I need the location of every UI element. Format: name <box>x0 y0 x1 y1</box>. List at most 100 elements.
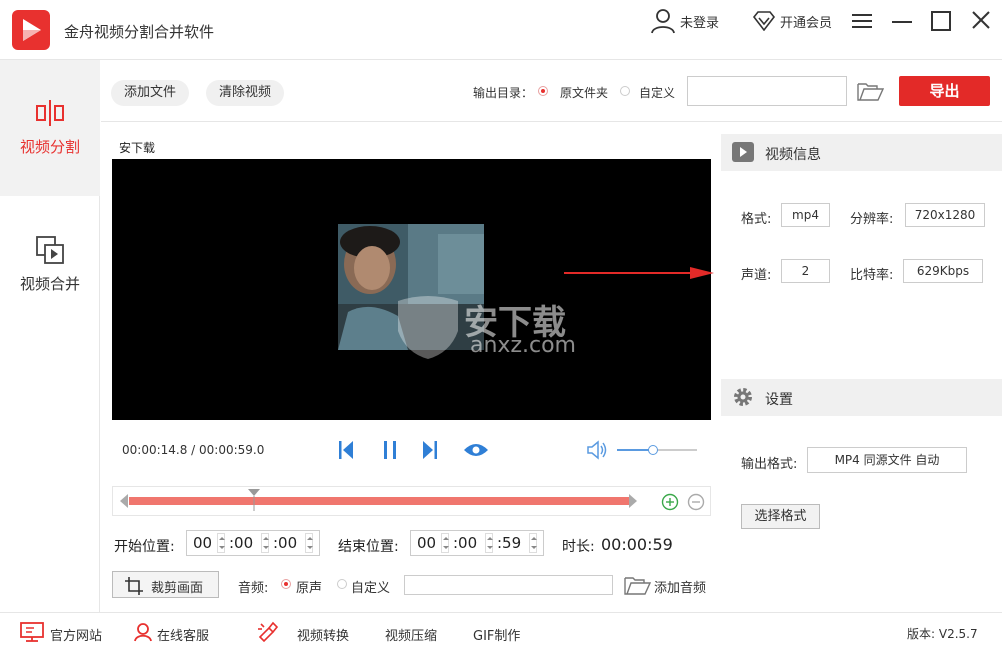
video-info-icon <box>732 142 754 162</box>
option-source-label: 原文件夹 <box>560 86 609 100</box>
version-label: 版本: V2.5.7 <box>907 627 978 641</box>
official-website-link[interactable]: 官方网站 <box>50 625 102 644</box>
prev-frame-icon[interactable] <box>338 440 354 460</box>
preview-eye-icon[interactable] <box>463 442 489 458</box>
menu-icon[interactable] <box>852 13 872 29</box>
close-icon[interactable] <box>972 11 990 29</box>
output-dir-label: 输出目录： <box>473 86 534 100</box>
end-seconds[interactable]: :59 <box>497 534 521 552</box>
end-minutes-spinner[interactable] <box>485 533 493 553</box>
settings-title: 设置 <box>765 392 793 408</box>
audio-original-label: 原声 <box>296 581 323 596</box>
footer: 官方网站 在线客服 视频转换 视频压缩 GIF制作 版本: V2.5.7 <box>0 612 1002 652</box>
radio-custom-folder[interactable] <box>620 86 630 96</box>
convert-icon[interactable] <box>257 620 279 642</box>
video-compress-link[interactable]: 视频压缩 <box>385 625 437 644</box>
video-preview[interactable]: 安下载 anxz.com <box>112 159 714 420</box>
end-hours[interactable]: 00 <box>417 534 436 552</box>
choose-format-button[interactable]: 选择格式 <box>741 504 820 529</box>
timeline[interactable] <box>112 486 711 516</box>
maximize-icon[interactable] <box>931 11 951 31</box>
watermark-shield-icon <box>398 296 458 359</box>
start-hours-spinner[interactable] <box>217 533 225 553</box>
radio-source-folder[interactable] <box>538 86 548 96</box>
channel-value: 2 <box>781 259 830 283</box>
start-time-input[interactable]: 00 :00 :00 <box>186 530 320 556</box>
zoom-out-icon[interactable] <box>687 493 705 511</box>
crop-button-label: 裁剪画面 <box>151 581 204 596</box>
title-bar: 金舟视频分割合并软件 未登录 开通会员 <box>0 0 1002 60</box>
sidebar-item-split[interactable]: 视频分割 <box>0 60 100 196</box>
clear-video-button[interactable]: 清除视频 <box>206 80 285 106</box>
duration-label: 时长: <box>562 539 595 555</box>
end-time-input[interactable]: 00 :00 :59 <box>410 530 544 556</box>
playhead-icon[interactable] <box>248 489 260 513</box>
vip-link[interactable]: 开通会员 <box>780 10 832 32</box>
add-file-button[interactable]: 添加文件 <box>111 80 190 106</box>
start-minutes-spinner[interactable] <box>261 533 269 553</box>
app-title: 金舟视频分割合并软件 <box>64 23 215 41</box>
audio-folder-icon[interactable] <box>624 575 651 595</box>
gear-icon <box>734 388 752 406</box>
audio-label: 音频: <box>238 581 269 596</box>
output-path-input[interactable] <box>687 76 847 106</box>
start-position-label: 开始位置: <box>114 539 175 555</box>
resolution-value: 720x1280 <box>905 203 985 227</box>
export-button[interactable]: 导出 <box>899 76 990 106</box>
toolbar: 添加文件 清除视频 输出目录： 原文件夹 自定义 导出 <box>101 60 1002 122</box>
time-readout: 00:00:14.8 / 00:00:59.0 <box>122 443 264 457</box>
pause-icon[interactable] <box>382 440 398 460</box>
watermark-url: anxz.com <box>470 333 576 358</box>
radio-audio-original[interactable] <box>281 579 291 589</box>
sidebar: 视频分割 视频合并 <box>0 60 100 612</box>
app-logo-icon <box>12 10 50 50</box>
volume-knob[interactable] <box>648 445 658 455</box>
output-format-field[interactable]: MP4 同源文件 自动 <box>807 447 967 473</box>
output-format-label: 输出格式: <box>741 457 798 472</box>
user-icon[interactable] <box>650 8 676 34</box>
add-audio-button[interactable]: 添加音频 <box>654 577 706 596</box>
arrow-annotation-icon <box>564 267 714 279</box>
end-marker-icon[interactable] <box>629 494 637 508</box>
audio-custom-label: 自定义 <box>351 581 391 596</box>
bitrate-value: 629Kbps <box>903 259 983 283</box>
start-seconds-spinner[interactable] <box>305 533 313 553</box>
split-icon <box>36 100 64 126</box>
end-hours-spinner[interactable] <box>441 533 449 553</box>
resolution-label: 分辨率: <box>850 212 894 227</box>
gif-maker-link[interactable]: GIF制作 <box>473 625 520 644</box>
start-minutes[interactable]: :00 <box>229 534 253 552</box>
online-support-link[interactable]: 在线客服 <box>157 625 209 644</box>
time-current: 00:00:14.8 <box>122 443 188 457</box>
video-convert-link[interactable]: 视频转换 <box>297 625 349 644</box>
merge-icon <box>36 236 64 264</box>
folder-icon[interactable] <box>857 81 884 101</box>
radio-audio-custom[interactable] <box>337 579 347 589</box>
sidebar-item-merge[interactable]: 视频合并 <box>0 197 100 333</box>
start-marker-icon[interactable] <box>120 494 128 508</box>
video-info-header: 视频信息 <box>721 134 1002 171</box>
audio-path-input[interactable] <box>404 575 613 595</box>
zoom-in-icon[interactable] <box>661 493 679 511</box>
crop-button[interactable]: 裁剪画面 <box>112 571 219 598</box>
format-value: mp4 <box>781 203 830 227</box>
option-custom-label: 自定义 <box>639 86 676 100</box>
end-seconds-spinner[interactable] <box>529 533 537 553</box>
minimize-icon[interactable] <box>892 12 912 30</box>
start-seconds[interactable]: :00 <box>273 534 297 552</box>
crop-icon <box>125 577 143 595</box>
support-agent-icon[interactable] <box>133 622 153 642</box>
diamond-icon[interactable] <box>752 11 776 31</box>
website-monitor-icon[interactable] <box>20 622 44 642</box>
duration-value: 00:00:59 <box>601 535 673 554</box>
next-frame-icon[interactable] <box>422 440 438 460</box>
volume-icon[interactable] <box>586 440 608 460</box>
end-minutes[interactable]: :00 <box>453 534 477 552</box>
volume-slider[interactable] <box>617 445 697 455</box>
sidebar-item-label: 视频分割 <box>19 138 80 156</box>
channel-label: 声道: <box>741 268 772 283</box>
start-hours[interactable]: 00 <box>193 534 212 552</box>
login-link[interactable]: 未登录 <box>680 10 719 32</box>
timeline-range[interactable] <box>129 497 629 505</box>
end-position-label: 结束位置: <box>338 539 399 555</box>
